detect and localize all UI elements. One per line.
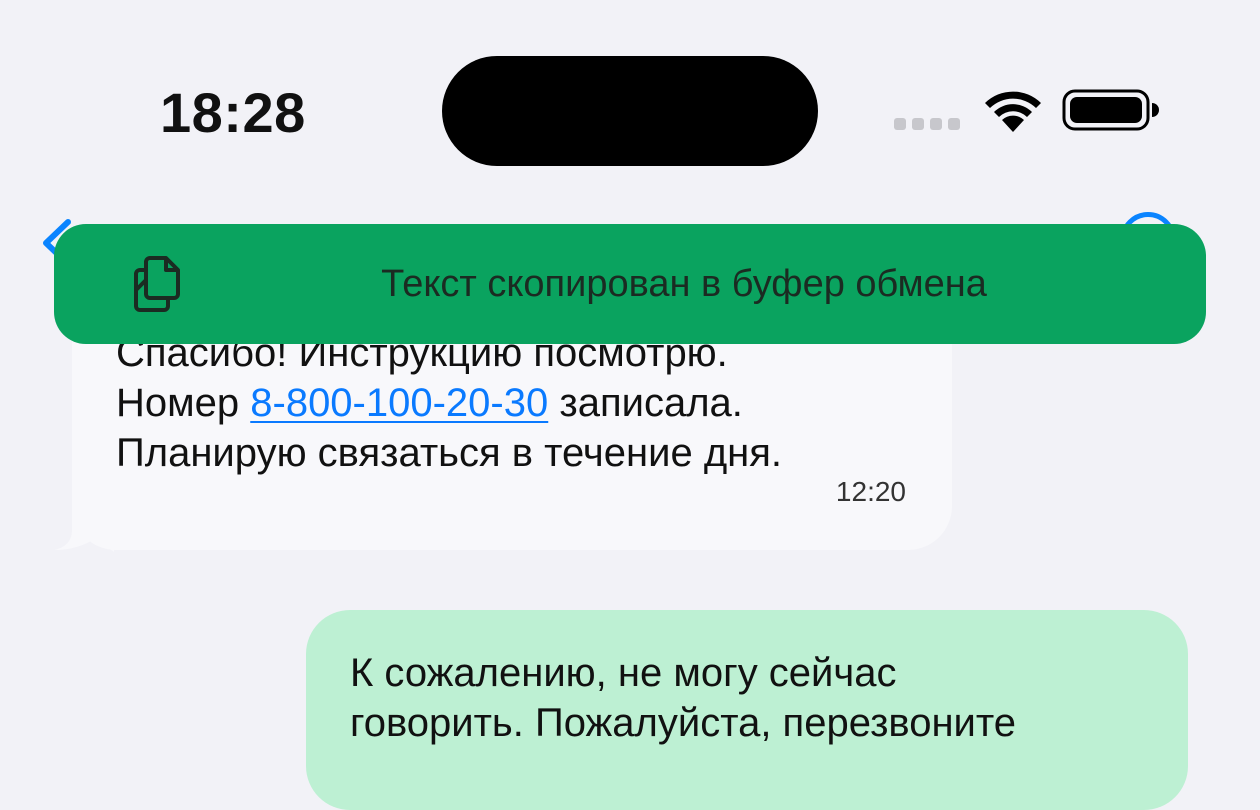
message-line: говорить. Пожалуйста, перезвоните [350,701,1017,745]
incoming-message-text: Спасибо! Инструкцию посмотрю. Номер 8-80… [116,328,916,478]
outgoing-message-text: К сожалению, не могу сейчас говорить. По… [350,648,1130,748]
status-time: 18:28 [160,81,306,144]
message-text-fragment: Номер [116,381,251,425]
copied-toast[interactable]: Текст скопирован в буфер обмена [54,224,1206,344]
battery-icon [1062,89,1159,131]
message-line: Номер 8-800-100-20-30 записала. [116,378,916,428]
message-line: Планирую связаться в течение дня. [116,431,783,475]
cellular-signal-icon [894,118,960,130]
toast-message: Текст скопирован в буфер обмена [381,263,987,305]
message-timestamp: 12:20 [835,476,906,507]
phone-number-link[interactable]: 8-800-100-20-30 [250,381,548,425]
message-text-fragment: записала. [548,381,743,425]
wifi-icon [985,91,1041,132]
dynamic-island [442,56,818,166]
message-line: К сожалению, не могу сейчас [350,651,897,695]
